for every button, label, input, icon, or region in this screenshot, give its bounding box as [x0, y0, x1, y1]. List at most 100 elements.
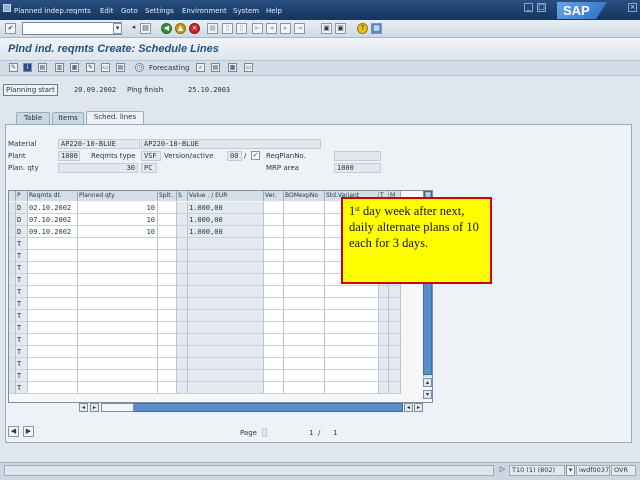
split-cell[interactable]: [158, 334, 177, 346]
std-variant-cell[interactable]: [325, 334, 379, 346]
row-selector[interactable]: [9, 262, 16, 274]
close-window-icon[interactable]: ×: [628, 3, 637, 12]
customize-layout-icon[interactable]: ▦: [371, 23, 382, 34]
help-icon[interactable]: ?: [357, 23, 368, 34]
save-icon[interactable]: ▤: [140, 23, 151, 34]
reqmts-date-cell[interactable]: [28, 298, 78, 310]
column-header[interactable]: Ver.: [264, 191, 284, 201]
version-cell[interactable]: [264, 310, 284, 322]
split-icon[interactable]: ▤: [211, 63, 220, 72]
split-cell[interactable]: [158, 370, 177, 382]
planned-qty-cell[interactable]: [78, 382, 158, 394]
tab-sched-lines[interactable]: Sched. lines: [86, 111, 144, 124]
version-cell[interactable]: [264, 238, 284, 250]
row-selector[interactable]: [9, 286, 16, 298]
scroll-up-icon[interactable]: ▴: [423, 378, 432, 387]
print-icon[interactable]: ▦: [207, 23, 218, 34]
split-cell[interactable]: [158, 382, 177, 394]
planned-qty-cell[interactable]: [78, 250, 158, 262]
split-cell[interactable]: [158, 202, 177, 214]
maximize-icon[interactable]: □: [537, 3, 546, 12]
row-selector[interactable]: [9, 214, 16, 226]
exit-icon[interactable]: ▲: [175, 23, 186, 34]
version-cell[interactable]: [264, 202, 284, 214]
bom-exp-no-cell[interactable]: [284, 346, 325, 358]
planned-qty-cell[interactable]: [78, 310, 158, 322]
planned-qty-cell[interactable]: [78, 274, 158, 286]
column-header[interactable]: P: [16, 191, 28, 201]
split-cell[interactable]: [158, 322, 177, 334]
find-icon[interactable]: ▯: [222, 23, 233, 34]
scroll-right-icon[interactable]: ▸: [90, 403, 99, 412]
version-cell[interactable]: [264, 226, 284, 238]
command-field[interactable]: [22, 22, 122, 35]
shortcut-icon[interactable]: ▣: [335, 23, 346, 34]
version-cell[interactable]: [264, 346, 284, 358]
bom-exp-no-cell[interactable]: [284, 334, 325, 346]
split-cell[interactable]: [158, 310, 177, 322]
split-cell[interactable]: [158, 262, 177, 274]
std-variant-cell[interactable]: [325, 286, 379, 298]
menu-planned-indep-reqmts[interactable]: Planned indep.reqmts: [14, 7, 91, 15]
reqmts-date-cell[interactable]: 09.10.2002: [28, 226, 78, 238]
bom-exp-no-cell[interactable]: [284, 286, 325, 298]
info-icon[interactable]: i: [23, 63, 32, 72]
tab-table[interactable]: Table: [16, 112, 50, 124]
select-all-column-header[interactable]: [9, 191, 16, 201]
enter-icon[interactable]: ✔: [5, 23, 16, 34]
split-cell[interactable]: [158, 298, 177, 310]
last-page-icon[interactable]: ⇥: [294, 23, 305, 34]
bom-exp-no-cell[interactable]: [284, 202, 325, 214]
back-icon[interactable]: ◀: [161, 23, 172, 34]
row-selector[interactable]: [9, 298, 16, 310]
horizontal-scrollbar-thumb[interactable]: [101, 403, 134, 412]
bom-exp-no-cell[interactable]: [284, 214, 325, 226]
version-active-checkbox[interactable]: ✓: [251, 151, 260, 160]
bom-exp-no-cell[interactable]: [284, 274, 325, 286]
bom-exp-no-cell[interactable]: [284, 358, 325, 370]
layout-icon[interactable]: ▦: [228, 63, 237, 72]
row-selector[interactable]: [9, 322, 16, 334]
scroll-right-end-icon[interactable]: ▸: [414, 403, 423, 412]
delete-icon[interactable]: ▥: [55, 63, 64, 72]
reqmts-date-cell[interactable]: [28, 346, 78, 358]
std-variant-cell[interactable]: [325, 370, 379, 382]
create-session-icon[interactable]: ▣: [321, 23, 332, 34]
row-selector[interactable]: [9, 334, 16, 346]
command-dropdown-icon[interactable]: ▾: [113, 23, 122, 34]
menu-environment[interactable]: Environment: [182, 7, 227, 15]
version-cell[interactable]: [264, 382, 284, 394]
split-cell[interactable]: [158, 250, 177, 262]
column-header[interactable]: BOMexpNo: [284, 191, 325, 201]
menu-system[interactable]: System: [233, 7, 259, 15]
planned-qty-cell[interactable]: [78, 286, 158, 298]
version-cell[interactable]: [264, 334, 284, 346]
planned-qty-cell[interactable]: [78, 358, 158, 370]
reqmts-date-cell[interactable]: [28, 334, 78, 346]
reqmts-date-cell[interactable]: [28, 274, 78, 286]
next-page-icon[interactable]: ▸: [280, 23, 291, 34]
bom-exp-no-cell[interactable]: [284, 250, 325, 262]
bom-exp-no-cell[interactable]: [284, 298, 325, 310]
std-variant-cell[interactable]: [325, 298, 379, 310]
bom-exp-no-cell[interactable]: [284, 322, 325, 334]
planned-qty-cell[interactable]: 10: [78, 226, 158, 238]
row-selector[interactable]: [9, 238, 16, 250]
version-cell[interactable]: [264, 250, 284, 262]
tab-items[interactable]: Items: [52, 112, 84, 124]
first-page-icon[interactable]: ⇤: [252, 23, 263, 34]
menu-settings[interactable]: Settings: [145, 7, 174, 15]
column-header[interactable]: Planned qty: [78, 191, 158, 201]
std-variant-cell[interactable]: [325, 310, 379, 322]
version-cell[interactable]: [264, 262, 284, 274]
table-icon[interactable]: ▦: [70, 63, 79, 72]
planned-qty-cell[interactable]: [78, 262, 158, 274]
history-back-icon[interactable]: ◂: [128, 23, 139, 34]
reqmts-date-cell[interactable]: [28, 310, 78, 322]
version-cell[interactable]: [264, 214, 284, 226]
display-change-icon[interactable]: ✎: [9, 63, 18, 72]
split-cell[interactable]: [158, 274, 177, 286]
reqmts-date-cell[interactable]: [28, 238, 78, 250]
planned-qty-cell[interactable]: [78, 322, 158, 334]
user-params-icon[interactable]: ▤: [38, 63, 47, 72]
